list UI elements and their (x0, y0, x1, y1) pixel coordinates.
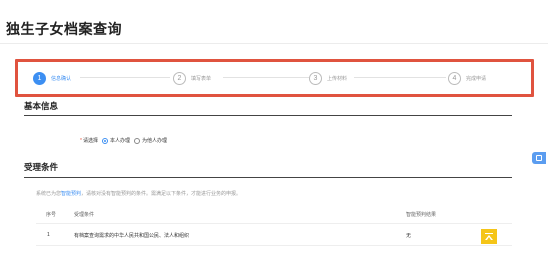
conditions-table-header: 序号 受理条件 智能预判结果 (36, 211, 512, 221)
step-label: 填写表单 (191, 75, 212, 82)
step-3[interactable]: 3 上传材料 (309, 70, 347, 86)
table-row: 1 有档案查询需求的中华人民共和国公民、法人和组织 无 (36, 229, 512, 241)
row-divider (36, 245, 512, 246)
col-result: 智能预判结果 (406, 212, 437, 218)
step-4[interactable]: 4 完成申请 (448, 70, 486, 86)
radio-self-label[interactable]: 本人办理 (110, 137, 130, 144)
step-number: 3 (309, 71, 322, 85)
step-label: 上传材料 (327, 75, 348, 82)
step-number: 4 (448, 71, 461, 85)
step-number: 2 (173, 71, 186, 85)
col-condition: 受理条件 (74, 212, 95, 218)
page-title: 独生子女档案查询 (6, 21, 122, 37)
document-icon[interactable] (532, 152, 546, 164)
section-title-basic-info: 基本信息 (24, 101, 59, 111)
step-2[interactable]: 2 填写表单 (173, 70, 211, 86)
col-index: 序号 (46, 212, 57, 218)
step-connector (354, 77, 446, 78)
radio-other-label[interactable]: 为他人办理 (142, 137, 167, 144)
notice-suffix: ，请核对没有智能预判的条件。需满足以下条件，才能进行业务的申报。 (81, 191, 242, 197)
smart-prejudge-link[interactable]: 智能预判 (61, 191, 81, 197)
applicant-type-group: * 请选择 本人办理 为他人办理 (80, 137, 167, 144)
notice-prefix: 系统已为您 (36, 191, 62, 197)
back-to-top-icon[interactable] (481, 229, 497, 244)
row-condition: 有档案查询需求的中华人民共和国公民、法人和组织 (74, 233, 190, 239)
step-connector (80, 77, 170, 78)
section-title-conditions: 受理条件 (24, 162, 59, 172)
row-index: 1 (47, 232, 50, 238)
radio-other[interactable] (133, 137, 140, 144)
required-marker: * (80, 137, 82, 144)
steps-progress: 1 信息确认 2 填写表单 3 上传材料 4 完成申请 (15, 59, 534, 97)
row-result: 无 (406, 233, 412, 239)
step-number: 1 (33, 71, 46, 85)
radio-self[interactable] (101, 137, 108, 144)
section-underline (24, 177, 512, 178)
step-1[interactable]: 1 信息确认 (33, 70, 71, 86)
section-underline (24, 115, 512, 116)
applicant-type-label: 请选择 (82, 138, 98, 144)
step-connector (223, 77, 309, 78)
title-divider (0, 43, 548, 44)
step-label: 完成申请 (466, 75, 487, 82)
row-divider (36, 223, 512, 224)
step-label: 信息确认 (51, 75, 72, 82)
prejudge-notice: 系统已为您智能预判，请核对没有智能预判的条件。需满足以下条件，才能进行业务的申报… (36, 190, 241, 197)
